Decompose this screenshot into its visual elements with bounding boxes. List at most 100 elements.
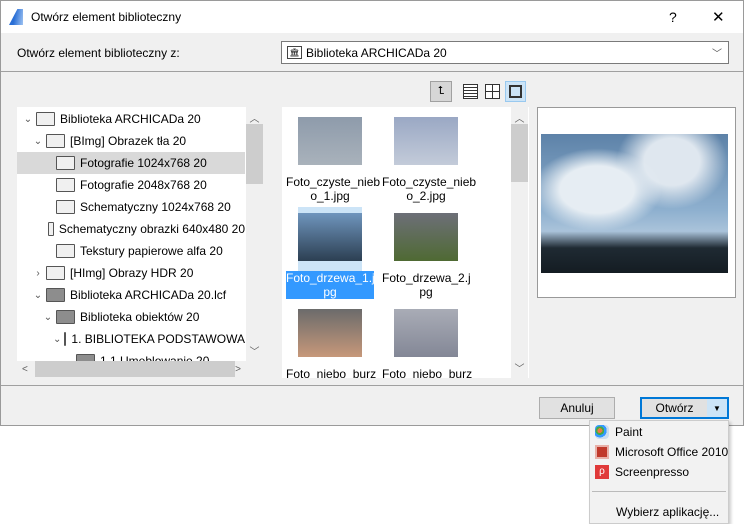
file-name: Foto_drzewa_2.j pg [382, 271, 471, 299]
file-name-line: Foto_drzewa_2.j [382, 271, 471, 285]
scroll-thumb[interactable] [246, 124, 263, 184]
tree-item-label: Biblioteka ARCHICADa 20 [60, 112, 201, 126]
open-dropdown-button[interactable]: ▼ [707, 397, 729, 419]
file-grid[interactable]: Foto_czyste_nieb o_1.jpg Foto_czyste_nieb o… [282, 107, 529, 378]
file-thumbnail [298, 213, 362, 261]
file-thumbnail [394, 117, 458, 165]
file-thumbnail [394, 309, 458, 357]
tree-item[interactable]: ⌄ 1. BIBLIOTEKA PODSTAWOWA 20 [17, 328, 245, 350]
chevron-down-icon[interactable]: ⌄ [33, 290, 43, 301]
scroll-left-icon[interactable]: < [22, 364, 28, 375]
scroll-thumb[interactable] [35, 361, 235, 377]
tree-horizontal-scrollbar[interactable]: < > [17, 361, 263, 377]
close-button[interactable]: ✕ [712, 8, 725, 26]
paint-icon [595, 425, 609, 439]
tree-item[interactable]: ⌄ Biblioteka ARCHICADa 20 [17, 108, 245, 130]
folder-icon [56, 156, 75, 170]
folder-icon [56, 178, 75, 192]
grid-vertical-scrollbar[interactable]: ︿ ﹀ [511, 107, 528, 378]
tree-item-label: Fotografie 1024x768 20 [80, 156, 207, 170]
menu-item-paint[interactable]: Paint [590, 422, 729, 442]
menu-item-label: Paint [615, 425, 643, 439]
file-thumbnail [298, 117, 362, 165]
file-name-line: pg [323, 285, 337, 299]
open-button[interactable]: Otwórz [640, 397, 708, 419]
office-picture-icon [595, 445, 609, 459]
folder-icon [56, 244, 75, 258]
scroll-down-icon[interactable]: ﹀ [250, 343, 260, 358]
file-name-line: Foto_czyste_nieb [286, 175, 381, 189]
scroll-right-icon[interactable]: > [235, 364, 241, 375]
file-name-line: pg [419, 285, 433, 299]
menu-item-choose-app[interactable]: Wybierz aplikację... [590, 502, 729, 522]
chevron-down-icon[interactable]: ⌄ [33, 136, 43, 147]
file-name-line: o_2.jpg [406, 189, 446, 203]
tree-item[interactable]: Fotografie 2048x768 20 [17, 174, 245, 196]
folder-icon [46, 266, 65, 280]
chevron-right-icon[interactable]: › [33, 268, 43, 279]
scroll-thumb[interactable] [511, 124, 528, 182]
lcf-archive-icon [46, 288, 65, 302]
file-name: Foto_czyste_nieb o_2.jpg [382, 175, 477, 203]
tree-item-label: 1. BIBLIOTEKA PODSTAWOWA 20 [71, 332, 245, 346]
open-library-element-dialog: Otwórz element biblioteczny ? ✕ Otwórz e… [0, 0, 744, 426]
cancel-label: Anuluj [560, 401, 594, 415]
file-name-line: Foto_czyste_nieb [382, 175, 477, 189]
chevron-down-icon[interactable]: ⌄ [53, 334, 61, 345]
file-name-line: Foto_drzewa_1.j [286, 271, 375, 285]
tree-item[interactable]: ⌄ [BImg] Obrazek tła 20 [17, 130, 245, 152]
cancel-button[interactable]: Anuluj [539, 397, 615, 419]
tree-item[interactable]: › [HImg] Obrazy HDR 20 [17, 262, 245, 284]
title-bar: Otwórz element biblioteczny ? ✕ [1, 1, 743, 33]
source-value: Biblioteka ARCHICADa 20 [306, 45, 447, 60]
source-combobox[interactable]: 🏛 Biblioteka ARCHICADa 20 ﹀ [281, 41, 729, 64]
file-name: Foto_czyste_nieb o_1.jpg [286, 175, 381, 203]
folder-icon [56, 310, 75, 324]
tree-item[interactable]: Fotografie 1024x768 20 [17, 152, 245, 174]
file-name-line: Foto_niebo_burz [286, 367, 377, 378]
window-title: Otwórz element biblioteczny [31, 10, 182, 24]
tree-item-label: Fotografie 2048x768 20 [80, 178, 207, 192]
tree-vertical-scrollbar[interactable]: ︿ ﹀ [246, 107, 263, 361]
file-thumbnail [298, 309, 362, 357]
menu-item-label: Microsoft Office 2010 [615, 445, 729, 459]
tree-item-label: Tekstury papierowe alfa 20 [80, 244, 223, 258]
scroll-down-icon[interactable]: ﹀ [515, 360, 525, 375]
separator [1, 71, 743, 72]
preview-panel [537, 107, 736, 298]
up-folder-button[interactable]: ⮤ [430, 81, 452, 102]
file-name-line: o_1.jpg [310, 189, 350, 203]
tree-item[interactable]: Schematyczny obrazki 640x480 20 [17, 218, 245, 240]
tree-item-label: [BImg] Obrazek tła 20 [70, 134, 187, 148]
tree-item[interactable]: ⌄ Biblioteka ARCHICADa 20.lcf [17, 284, 245, 306]
chevron-down-icon: ﹀ [712, 49, 722, 60]
tree-item[interactable]: Schematyczny 1024x768 20 [17, 196, 245, 218]
menu-item-label: Screenpresso [615, 465, 690, 479]
chevron-down-icon[interactable]: ⌄ [43, 312, 53, 323]
folder-icon [46, 134, 65, 148]
archicad-app-icon [9, 9, 23, 25]
scroll-up-icon[interactable]: ︿ [250, 110, 260, 125]
preview-view-button[interactable] [505, 81, 526, 102]
folder-tree[interactable]: ⌄ Biblioteka ARCHICADa 20 ⌄ [BImg] Obrazek … [17, 107, 263, 377]
source-label: Otwórz element biblioteczny z: [17, 46, 180, 60]
open-label: Otwórz [655, 401, 694, 415]
tree-item-label: [HImg] Obrazy HDR 20 [70, 266, 194, 280]
tree-item[interactable]: ⌄ Biblioteka obiektów 20 [17, 306, 245, 328]
folder-icon [56, 200, 75, 214]
tree-item[interactable]: ⌄ 1.1 Umeblowanie 20 [17, 350, 245, 361]
menu-item-microsoft-office[interactable]: Microsoft Office 2010 [590, 442, 729, 462]
folder-icon [48, 222, 54, 236]
menu-item-label: Wybierz aplikację... [616, 505, 720, 519]
grid-view-icon[interactable] [485, 84, 500, 99]
folder-icon [76, 354, 95, 361]
chevron-down-icon[interactable]: ⌄ [23, 114, 33, 125]
help-button[interactable]: ? [669, 9, 677, 25]
scroll-up-icon[interactable]: ︿ [515, 110, 525, 125]
menu-separator [592, 491, 726, 492]
tree-item[interactable]: Tekstury papierowe alfa 20 [17, 240, 245, 262]
tree-item-label: Biblioteka ARCHICADa 20.lcf [70, 288, 227, 302]
menu-item-screenpresso[interactable]: ρ Screenpresso [590, 462, 729, 482]
tree-item-label: Biblioteka obiektów 20 [80, 310, 200, 324]
list-view-icon[interactable] [463, 84, 478, 99]
